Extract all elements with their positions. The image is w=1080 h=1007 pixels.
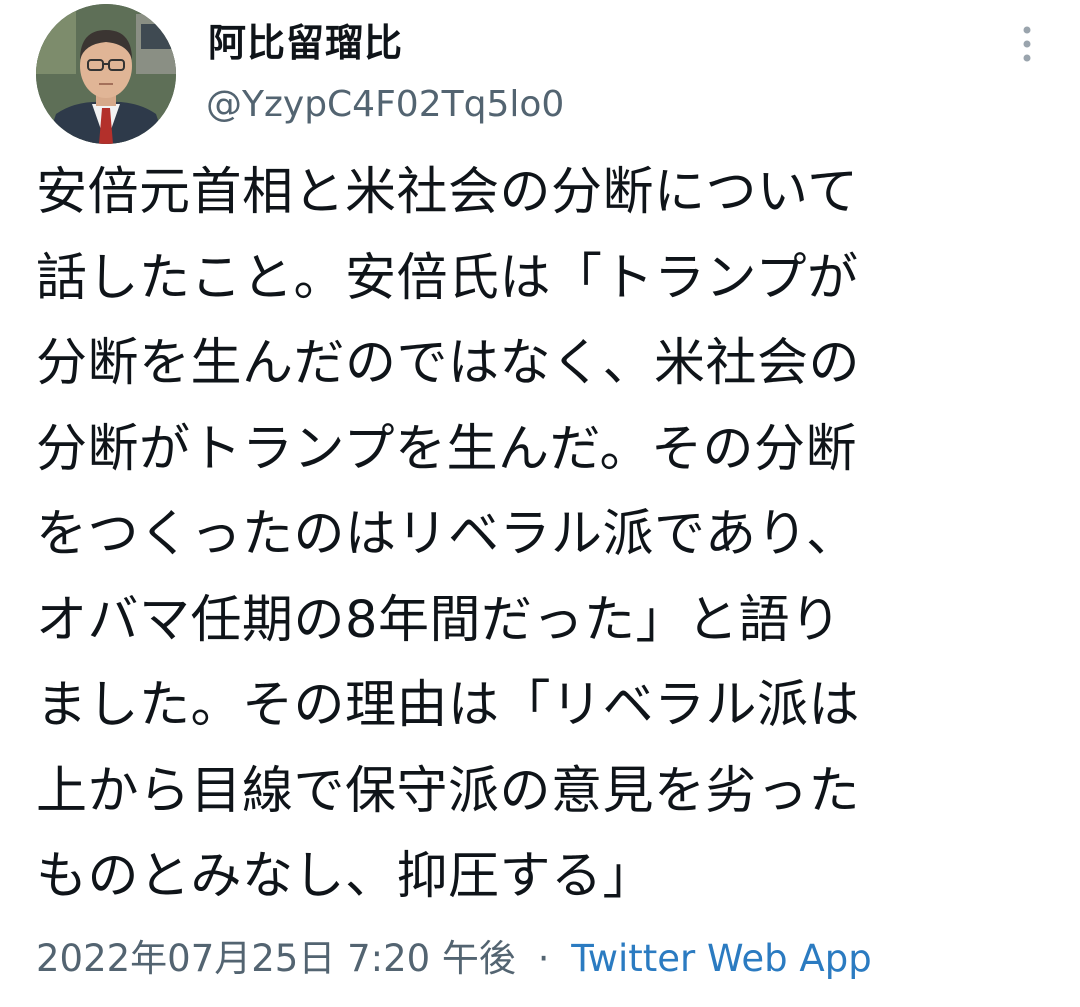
tweet-text-line: ものとみなし、抑圧する」	[36, 847, 655, 906]
user-handle[interactable]: @YzypC4F02Tq5lo0	[206, 84, 564, 125]
tweet-text-line: をつくったのはリベラル派であり、	[36, 505, 858, 564]
tweet-meta: 2022年07月25日 7:20 午後 · Twitter Web App	[36, 928, 872, 982]
tweet-text-line: 上から目線で保守派の意見を劣った	[36, 761, 861, 821]
timestamp[interactable]: 2022年07月25日 7:20 午後	[36, 937, 516, 980]
tweet-text-line: 分断がトランプを生んだ。その分断	[36, 419, 857, 479]
tweet: 阿比留瑠比 @YzypC4F02Tq5lo0 安倍元首相と米社会の分断について …	[0, 0, 1080, 1007]
avatar[interactable]	[36, 4, 176, 144]
display-name[interactable]: 阿比留瑠比	[208, 12, 403, 67]
meta-separator: ·	[537, 937, 550, 980]
tweet-text-line: 安倍元首相と米社会の分断について	[36, 163, 859, 222]
avatar-photo	[36, 4, 176, 144]
source-link[interactable]: Twitter Web App	[571, 937, 871, 980]
tweet-text-line: 分断を生んだのではなく、米社会の	[36, 334, 861, 393]
tweet-text-line: オバマ任期の8年間だった」と語り	[36, 590, 842, 650]
tweet-text-line: 話したこと。安倍氏は「トランプが	[36, 248, 859, 308]
more-vertical-icon[interactable]	[1012, 22, 1042, 70]
tweet-text-line: ました。その理由は「リベラル派は	[36, 676, 861, 735]
tweet-text: 安倍元首相と米社会の分断について 話したこと。安倍氏は「トランプが 分断を生んだ…	[36, 150, 1046, 920]
